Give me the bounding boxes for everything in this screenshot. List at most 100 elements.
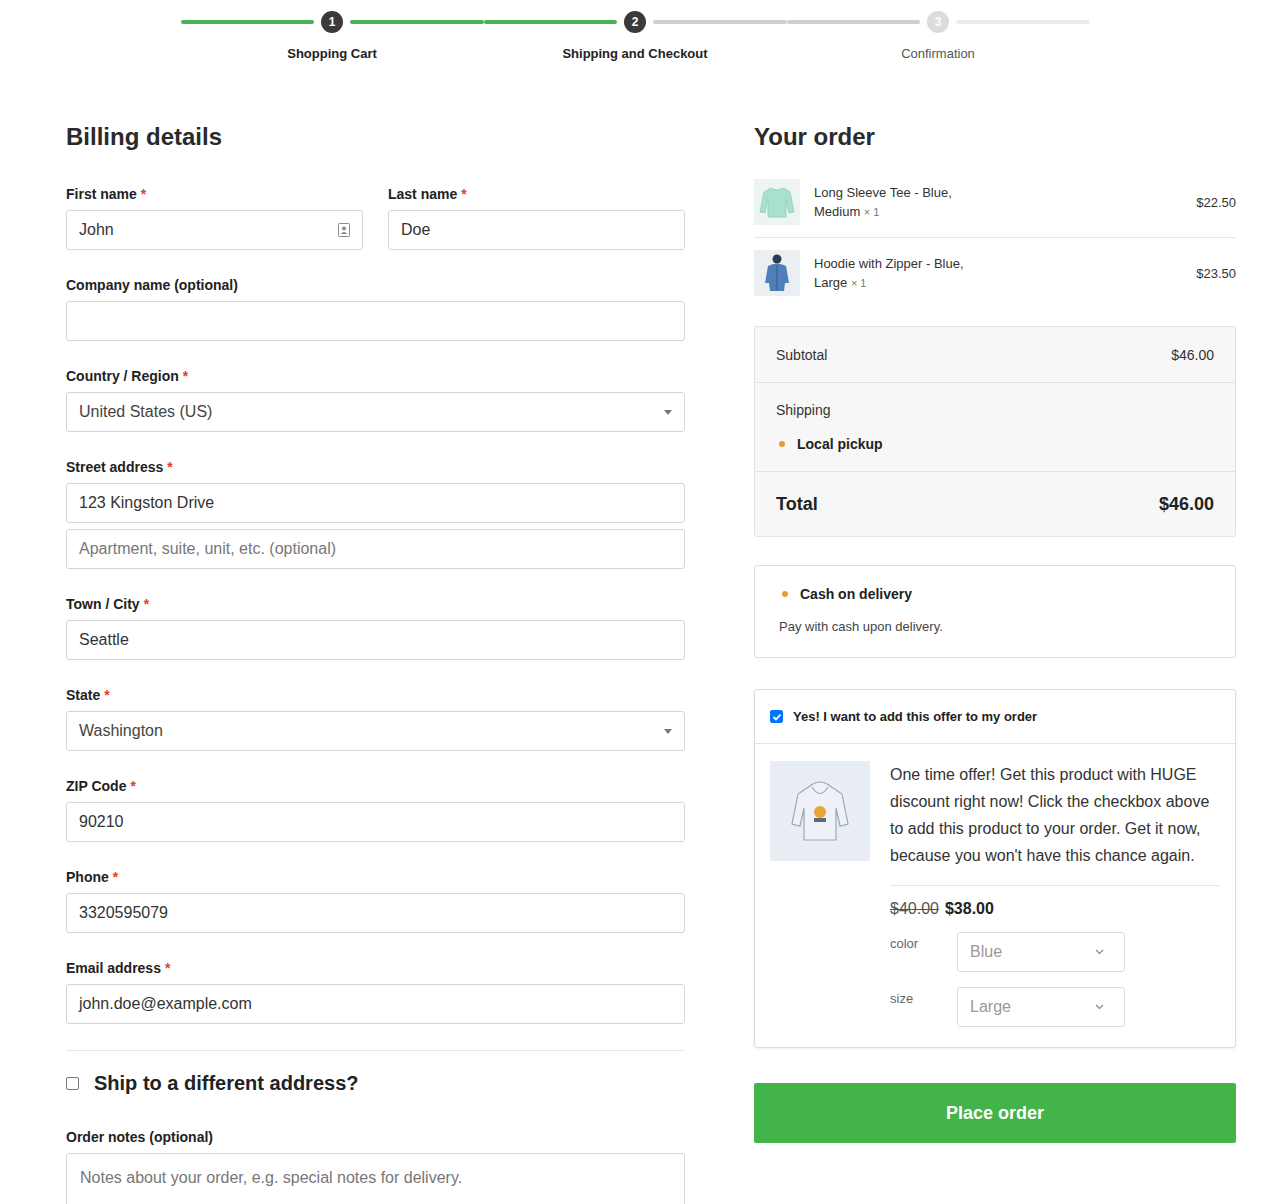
field-label: ZIP Code* [66,777,685,795]
step-number: 1 [321,11,343,33]
offer-attribute: sizeLarge [890,987,1220,1027]
form-field: Country / Region* United States (US) [66,367,685,432]
form-field: Phone*3320595079 [66,868,685,933]
text-input[interactable]: Apartment, suite, unit, etc. (optional) [66,529,685,569]
field-row: Street address*123 Kingston DriveApartme… [66,458,685,595]
field-row: Town / City* Seattle [66,595,685,686]
checkout-main: Billing detailsFirst name*JohnLast name*… [0,123,1270,1204]
product-thumbnail [754,250,800,296]
checkbox[interactable] [66,1077,79,1090]
field-row: State* Washington [66,686,685,777]
select-field[interactable]: Washington [66,711,685,751]
offer-toggle[interactable]: Yes! I want to add this offer to my orde… [755,690,1235,744]
item-price: $23.50 [1196,266,1236,281]
offer-description: One time offer! Get this product with HU… [890,761,1220,869]
progress-line [350,20,484,24]
order-totals: Subtotal$46.00ShippingLocal pickupTotal$… [754,326,1236,537]
long-sleeve-tee-icon [759,185,795,219]
radio-dot[interactable] [779,441,785,447]
hoodie-icon [762,253,792,293]
step-label: Shopping Cart [287,46,377,62]
attribute-label: size [890,987,957,1006]
select-field[interactable]: United States (US) [66,392,685,432]
item-name: Hoodie with Zipper - Blue, Large × 1 [814,254,989,293]
required-mark: * [183,368,188,384]
shipping-row: ShippingLocal pickup [755,383,1235,472]
text-input[interactable]: 123 Kingston Drive [66,483,685,523]
payment-method-label: Cash on delivery [800,585,912,603]
check-icon [772,712,782,722]
payment-method[interactable]: Cash on delivery Pay with cash upon deliv… [779,585,1211,635]
total-value: $46.00 [1159,494,1214,515]
field-label: Country / Region* [66,367,685,385]
field-label: Company name (optional) [66,276,685,294]
text-input[interactable]: john.doe@example.com [66,984,685,1024]
attribute-select[interactable]: Blue [957,932,1125,972]
required-mark: * [167,459,172,475]
checkbox[interactable] [770,710,783,723]
text-input[interactable]: Doe [388,210,685,250]
text-input[interactable] [66,301,685,341]
subtotal-value: $46.00 [1171,347,1214,363]
divider [66,1050,685,1051]
order-title: Your order [754,123,1236,151]
offer-checkbox-label: Yes! I want to add this offer to my orde… [793,709,1037,724]
attribute-label: color [890,932,957,951]
chevron-down-icon [1095,1004,1104,1010]
old-price: $40.00 [890,898,939,920]
order-notes-input[interactable]: Notes about your order, e.g. special not… [66,1153,685,1204]
item-name: Long Sleeve Tee - Blue, Medium × 1 [814,183,989,222]
text-input[interactable]: 3320595079 [66,893,685,933]
payment-description: Pay with cash upon delivery. [779,618,1211,635]
offer-box: Yes! I want to add this offer to my orde… [754,689,1236,1048]
step-label: Confirmation [901,46,975,62]
dropdown-caret-icon [664,729,672,734]
offer-attribute: colorBlue [890,932,1220,972]
offer-price: $40.00 $38.00 [890,898,1220,920]
required-mark: * [141,186,146,202]
billing-section: Billing detailsFirst name*JohnLast name*… [66,123,685,1204]
progress-step: 1 Shopping Cart [181,11,484,62]
required-mark: * [104,687,109,703]
contact-card-icon[interactable] [338,223,350,237]
radio-dot[interactable] [782,591,788,597]
step-number: 2 [624,11,646,33]
new-price: $38.00 [945,898,994,920]
text-input[interactable]: John [66,210,363,250]
order-notes-field: Order notes (optional) Notes about your o… [66,1128,685,1204]
place-order-button[interactable]: Place order [754,1083,1236,1143]
checkout-page: 1 Shopping Cart 2 Shipping and Checkout 3 Con… [0,0,1270,1204]
step-label: Shipping and Checkout [562,46,707,62]
field-row: ZIP Code* 90210 [66,777,685,868]
form-field: ZIP Code* 90210 [66,777,685,842]
ship-different-toggle[interactable]: Ship to a different address? [66,1051,685,1096]
item-quantity: × 1 [864,206,880,218]
field-row: First name*JohnLast name*Doe [66,185,685,276]
form-field: State* Washington [66,686,685,751]
field-label: Order notes (optional) [66,1128,685,1146]
required-mark: * [165,960,170,976]
step-number: 3 [927,11,949,33]
required-mark: * [144,596,149,612]
order-item: Hoodie with Zipper - Blue, Large × 1 $23.… [754,238,1236,296]
shipping-option[interactable]: Local pickup [776,435,1214,453]
progress-step: 2 Shipping and Checkout [484,11,787,62]
progress-line [181,20,315,24]
field-label: Town / City* [66,595,685,613]
item-price: $22.50 [1196,195,1236,210]
chevron-down-icon [1095,949,1104,955]
field-row: Email address*john.doe@example.com [66,959,685,1050]
progress-line [787,20,921,24]
field-label: State* [66,686,685,704]
order-items: Long Sleeve Tee - Blue, Medium × 1 $22.50… [754,179,1236,296]
product-thumbnail [754,179,800,225]
hoodie-icon [790,778,850,844]
text-input[interactable]: 90210 [66,802,685,842]
field-row: Phone*3320595079 [66,868,685,959]
form-field: Company name (optional) [66,276,685,341]
required-mark: * [113,869,118,885]
attribute-select[interactable]: Large [957,987,1125,1027]
text-input[interactable]: Seattle [66,620,685,660]
subtotal-label: Subtotal [776,347,827,363]
form-field: First name*John [66,185,363,250]
